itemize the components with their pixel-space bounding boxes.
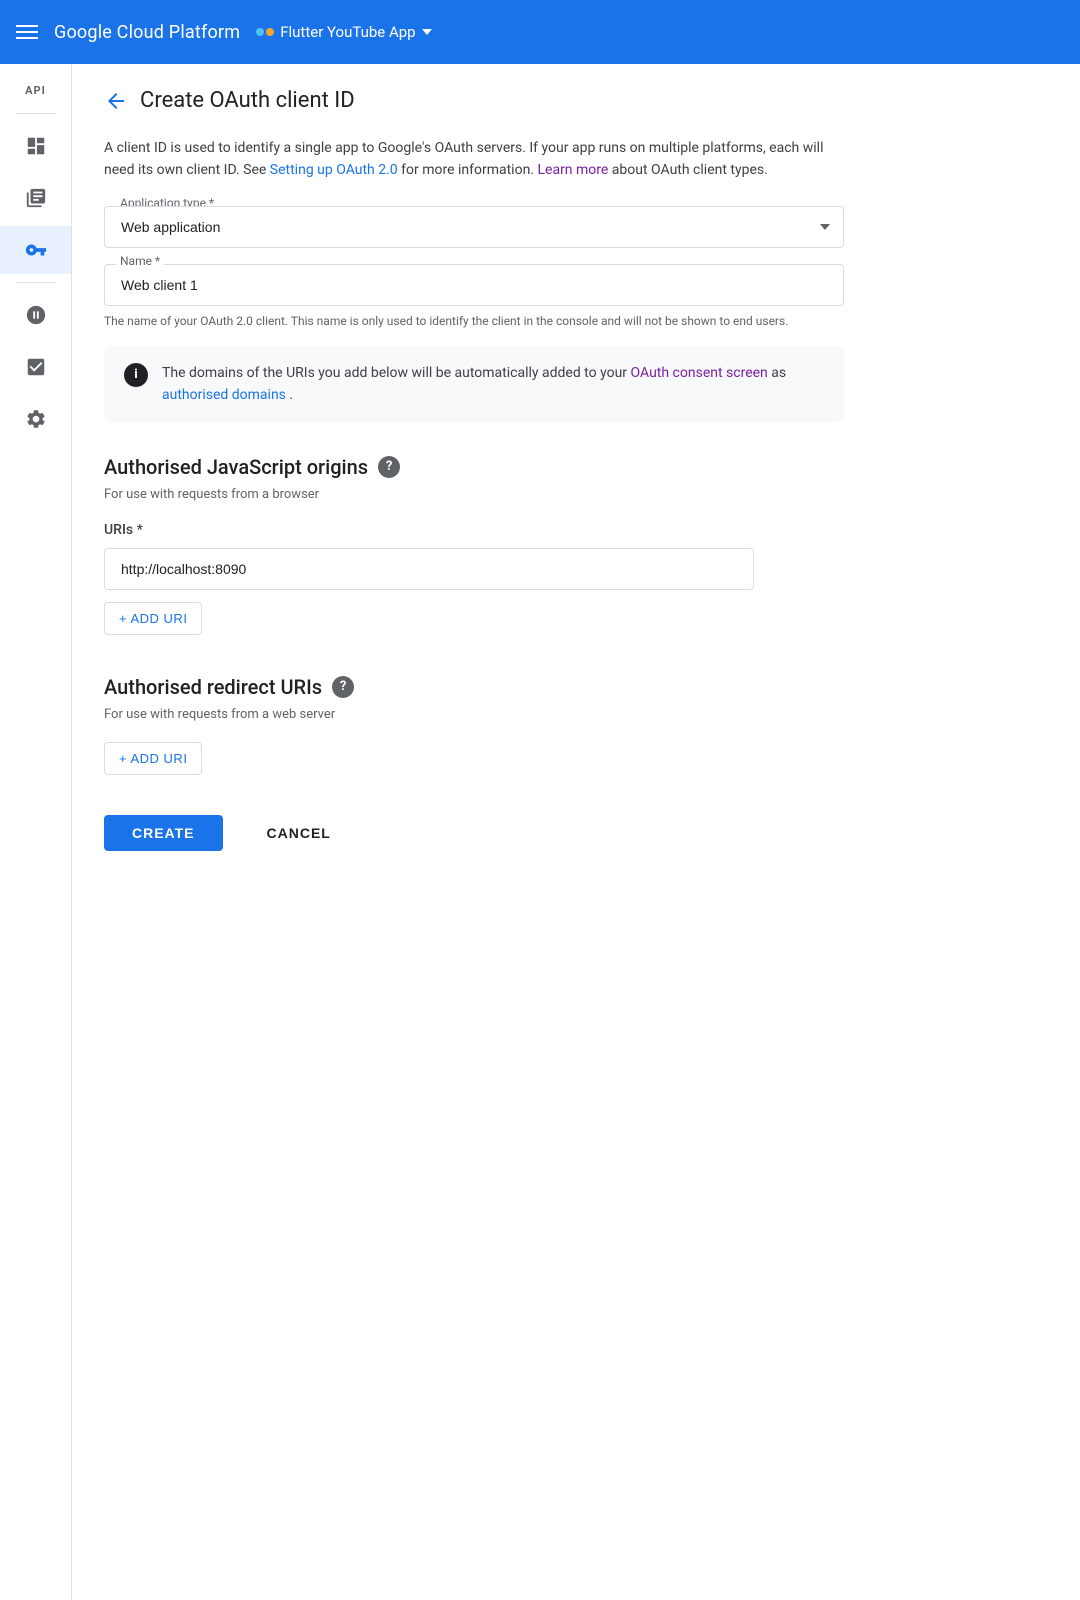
- sidebar-item-credentials[interactable]: [0, 226, 71, 274]
- js-uri-input[interactable]: [104, 548, 754, 590]
- learn-more-link[interactable]: Learn more: [537, 162, 608, 178]
- redirect-add-uri-button[interactable]: + ADD URI: [104, 742, 202, 775]
- application-type-select[interactable]: Web application Android Chrome App iOS D…: [104, 206, 844, 248]
- project-dot-blue: [256, 28, 264, 36]
- authorised-domains-link[interactable]: authorised domains: [162, 387, 286, 403]
- sidebar-divider-top: [16, 113, 56, 114]
- name-hint: The name of your OAuth 2.0 client. This …: [104, 312, 844, 330]
- description-text: A client ID is used to identify a single…: [104, 137, 844, 182]
- info-text: The domains of the URIs you add below wi…: [162, 362, 824, 407]
- consent-screen-link[interactable]: OAuth consent screen: [631, 365, 768, 381]
- sidebar-divider-mid: [16, 282, 56, 283]
- library-icon: [25, 187, 47, 209]
- name-input[interactable]: [104, 264, 844, 306]
- cancel-button[interactable]: CANCEL: [239, 815, 359, 851]
- project-dot-yellow: [266, 28, 274, 36]
- page-header: Create OAuth client ID: [104, 88, 1048, 113]
- key-icon: [25, 239, 47, 261]
- js-origins-section: Authorised JavaScript origins ? For use …: [104, 455, 844, 635]
- main-content: Create OAuth client ID A client ID is us…: [72, 64, 1080, 1600]
- js-uris-label: URIs *: [104, 522, 844, 538]
- sidebar-item-library[interactable]: [0, 174, 71, 222]
- back-arrow-icon: [104, 89, 128, 113]
- check-square-icon: [25, 356, 47, 378]
- project-selector[interactable]: Flutter YouTube App: [256, 23, 431, 41]
- redirect-uris-help-icon[interactable]: ?: [332, 676, 354, 698]
- settings-icon: [25, 408, 47, 430]
- chevron-down-icon: [422, 29, 432, 35]
- info-box: i The domains of the URIs you add below …: [104, 346, 844, 423]
- info-text-2: as: [771, 365, 786, 381]
- js-origins-subtitle: For use with requests from a browser: [104, 487, 844, 502]
- sidebar-item-dashboard[interactable]: [0, 122, 71, 170]
- js-origins-help-icon[interactable]: ?: [378, 456, 400, 478]
- menu-icon[interactable]: [16, 25, 38, 39]
- info-text-1: The domains of the URIs you add below wi…: [162, 365, 631, 381]
- sidebar: API: [0, 64, 72, 1600]
- sidebar-item-check[interactable]: [0, 343, 71, 391]
- js-uri-input-wrapper: [104, 548, 844, 590]
- description-text-2: for more information.: [401, 162, 537, 178]
- back-button[interactable]: [104, 89, 128, 113]
- js-origins-title-text: Authorised JavaScript origins: [104, 455, 368, 479]
- sidebar-item-settings[interactable]: [0, 395, 71, 443]
- description-text-3: about OAuth client types.: [612, 162, 768, 178]
- page-title: Create OAuth client ID: [140, 88, 355, 113]
- info-icon: i: [124, 363, 148, 387]
- project-name: Flutter YouTube App: [280, 23, 415, 41]
- name-label: Name *: [116, 254, 164, 268]
- create-button[interactable]: CREATE: [104, 815, 223, 851]
- application-type-select-wrapper: Web application Android Chrome App iOS D…: [104, 206, 844, 248]
- dashboard-icon: [25, 135, 47, 157]
- redirect-uris-subtitle: For use with requests from a web server: [104, 707, 844, 722]
- oauth-setup-link[interactable]: Setting up OAuth 2.0: [270, 162, 398, 178]
- redirect-uris-title-text: Authorised redirect URIs: [104, 675, 322, 699]
- api-label: API: [25, 72, 46, 105]
- name-field: Name * The name of your OAuth 2.0 client…: [104, 264, 844, 330]
- top-navigation: Google Cloud Platform Flutter YouTube Ap…: [0, 0, 1080, 64]
- sidebar-item-services[interactable]: [0, 291, 71, 339]
- brand-name: Google Cloud Platform: [54, 22, 240, 43]
- project-dots: [256, 28, 274, 36]
- info-text-3: .: [289, 387, 293, 403]
- services-icon: [25, 304, 47, 326]
- js-add-uri-button[interactable]: + ADD URI: [104, 602, 202, 635]
- redirect-uris-title: Authorised redirect URIs ?: [104, 675, 844, 699]
- form-actions: CREATE CANCEL: [104, 815, 844, 851]
- js-origins-title: Authorised JavaScript origins ?: [104, 455, 844, 479]
- redirect-uris-section: Authorised redirect URIs ? For use with …: [104, 675, 844, 775]
- application-type-field: Application type * Web application Andro…: [104, 206, 844, 248]
